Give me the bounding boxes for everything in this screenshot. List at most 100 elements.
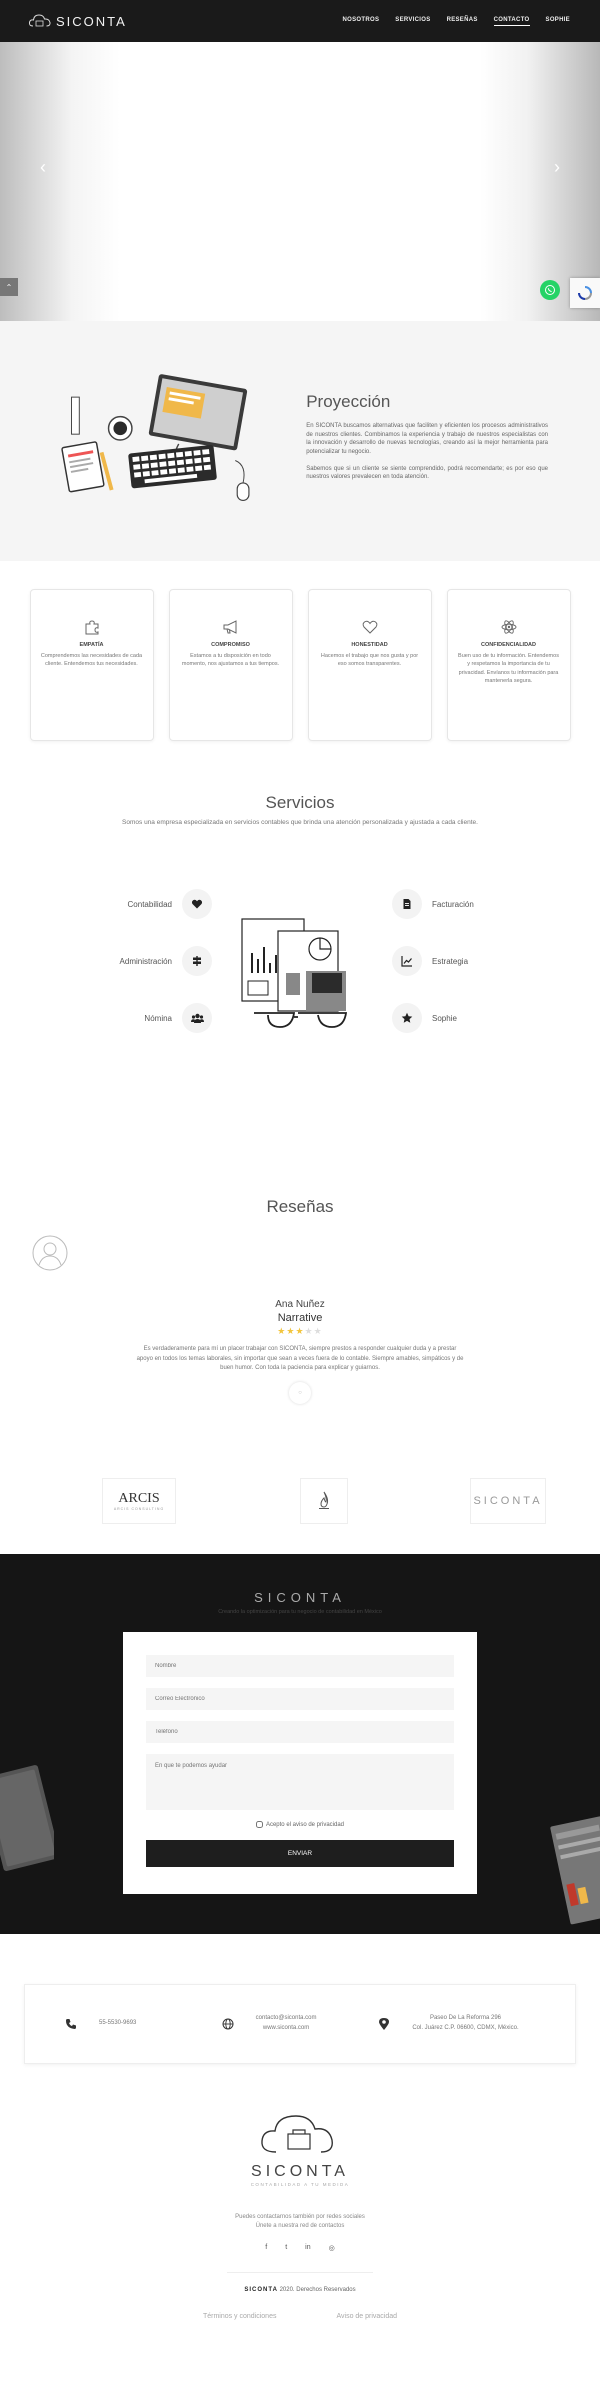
resenas-title: Reseñas bbox=[266, 1197, 334, 1216]
arcis-logo-text: ARCIS bbox=[118, 1491, 160, 1506]
instagram-icon[interactable]: ◎ bbox=[329, 2244, 335, 2252]
contact-tagline: Creando la optimización para tu negocio … bbox=[218, 1609, 382, 1615]
chart-line-icon bbox=[401, 956, 412, 967]
arcis-logo-subtext: ARCIS CONSULTING bbox=[113, 1507, 165, 1511]
terms-link[interactable]: Términos y condiciones bbox=[203, 2313, 277, 2320]
service-administracion[interactable]: Administración bbox=[120, 946, 212, 976]
service-label: Estrategia bbox=[432, 956, 469, 966]
servicios-subtitle: Somos una empresa especializada en servi… bbox=[122, 819, 478, 826]
linkedin-icon[interactable]: in bbox=[305, 2244, 310, 2252]
address-line-2: Col. Juárez C.P. 06600, CDMX, México. bbox=[412, 2025, 519, 2031]
workspace-illustration bbox=[61, 374, 250, 502]
value-title: COMPROMISO bbox=[211, 642, 250, 648]
review-author: Ana Nuñez bbox=[275, 1299, 325, 1310]
send-button[interactable]: ENVIAR bbox=[146, 1840, 454, 1867]
address-info[interactable]: Paseo De La Reforma 296 Col. Juárez C.P.… bbox=[378, 2014, 535, 2033]
rating-star-icon: ★ bbox=[295, 1326, 305, 1336]
service-nomina[interactable]: Nómina bbox=[144, 1003, 212, 1033]
privacy-checkbox-label[interactable]: Acepto el aviso de privacidad bbox=[146, 1821, 454, 1828]
value-text: Estamos a tu disposición en todo momento… bbox=[181, 653, 280, 668]
arcis-logo[interactable]: ARCIS ARCIS CONSULTING bbox=[102, 1478, 176, 1524]
menu-resenas[interactable]: RESEÑAS bbox=[447, 17, 478, 26]
service-contabilidad[interactable]: Contabilidad bbox=[128, 889, 212, 919]
menu-sophie[interactable]: SOPHIE bbox=[546, 17, 570, 26]
service-label: Administración bbox=[119, 956, 172, 966]
hero-slider: ‹ › ⌃ bbox=[0, 42, 600, 321]
documents-illustration bbox=[241, 918, 348, 1028]
footer: SICONTA CONTABILIDAD A TU MEDIDA Puedes … bbox=[0, 2086, 600, 2394]
value-card-compromiso: COMPROMISO Estamos a tu disposición en t… bbox=[168, 589, 293, 741]
menu-nosotros[interactable]: NOSOTROS bbox=[343, 17, 380, 26]
website-url[interactable]: www.siconta.com bbox=[263, 2025, 309, 2031]
footer-cloud-logo bbox=[261, 2115, 333, 2153]
siconta-logo-text: SICONTA bbox=[473, 1495, 543, 1507]
resenas-section: Reseñas Ana Nuñez Narrative ★★★★★ Es ver… bbox=[0, 1163, 600, 1463]
cloud-logo-icon bbox=[28, 14, 51, 27]
slider-next-button[interactable]: › bbox=[554, 157, 560, 178]
siconta-partner-logo[interactable]: SICONTA bbox=[470, 1478, 546, 1524]
phone-field[interactable] bbox=[146, 1721, 454, 1743]
review-rating: ★★★★★ bbox=[0, 1326, 600, 1337]
atom-icon bbox=[501, 620, 516, 634]
email-address[interactable]: contacto@siconta.com bbox=[256, 2015, 317, 2021]
partner-logos: ARCIS ARCIS CONSULTING SICONTA bbox=[0, 1463, 600, 1554]
phone-info[interactable]: 55-5530-9693 bbox=[65, 2018, 222, 2030]
privacy-link[interactable]: Aviso de privacidad bbox=[336, 2313, 397, 2320]
recaptcha-icon bbox=[578, 286, 592, 300]
phone-icon bbox=[66, 2019, 76, 2029]
email-info[interactable]: contacto@siconta.com www.siconta.com bbox=[222, 2014, 379, 2033]
signpost-icon bbox=[193, 956, 201, 966]
review-text: Es verdaderamente para mí un placer trab… bbox=[136, 1346, 464, 1372]
flame-logo-icon bbox=[319, 1491, 329, 1509]
footer-brand: SICONTA bbox=[251, 2163, 349, 2180]
review-pagination-dot[interactable]: ○ bbox=[289, 1382, 311, 1404]
email-web-text: contacto@siconta.com www.siconta.com bbox=[256, 2014, 317, 2033]
service-sophie[interactable]: Sophie bbox=[392, 1003, 457, 1033]
privacy-checkbox[interactable] bbox=[255, 1821, 263, 1828]
proyeccion-paragraph-2: Sabemos que si un cliente se siente comp… bbox=[306, 465, 548, 481]
top-navbar: SICONTA NOSOTROS SERVICIOS RESEÑAS CONTA… bbox=[0, 0, 600, 42]
service-label: Facturación bbox=[432, 899, 474, 909]
star-icon bbox=[401, 1012, 413, 1023]
social-links: f t in ◎ bbox=[0, 2244, 600, 2252]
value-title: HONESTIDAD bbox=[351, 642, 388, 648]
footer-message: Puedes contactarnos también por redes so… bbox=[0, 2213, 600, 2232]
service-label: Sophie bbox=[432, 1013, 457, 1023]
back-to-top-button[interactable]: ⌃ bbox=[0, 278, 18, 296]
servicios-section: Servicios Somos una empresa especializad… bbox=[0, 773, 600, 1163]
location-pin-icon bbox=[379, 2018, 390, 2030]
menu-contacto[interactable]: CONTACTO bbox=[493, 17, 530, 26]
document-icon bbox=[403, 899, 411, 909]
whatsapp-icon bbox=[545, 285, 555, 295]
contact-form: Acepto el aviso de privacidad ENVIAR bbox=[123, 1632, 477, 1894]
proyeccion-paragraph-1: En SICONTA buscamos alternativas que fac… bbox=[306, 422, 548, 455]
slider-prev-button[interactable]: ‹ bbox=[40, 157, 46, 178]
email-field[interactable] bbox=[146, 1688, 454, 1710]
rating-star-icon: ★ bbox=[313, 1326, 323, 1336]
review-company: Narrative bbox=[277, 1312, 323, 1324]
values-section: EMPATÍA Comprendemos las necesidades de … bbox=[0, 561, 600, 773]
name-field[interactable] bbox=[146, 1655, 454, 1677]
contact-title: SICONTA bbox=[254, 1590, 346, 1605]
address-text: Paseo De La Reforma 296 Col. Juárez C.P.… bbox=[412, 2014, 518, 2033]
contact-info-wrapper: 55-5530-9693 contacto@siconta.com www.si… bbox=[0, 1934, 600, 2086]
recaptcha-badge[interactable] bbox=[570, 278, 600, 308]
menu-servicios[interactable]: SERVICIOS bbox=[395, 17, 430, 26]
footer-links: Términos y condiciones Aviso de privacid… bbox=[0, 2313, 600, 2320]
heart-icon bbox=[362, 620, 377, 634]
rating-star-icon: ★ bbox=[277, 1326, 287, 1336]
footer-message-1: Puedes contactarnos también por redes so… bbox=[235, 2214, 365, 2220]
notebook-left-decoration bbox=[0, 1765, 54, 1871]
footer-slogan: CONTABILIDAD A TU MEDIDA bbox=[250, 2182, 350, 2187]
puzzle-icon bbox=[85, 620, 98, 635]
users-icon bbox=[190, 1013, 204, 1023]
facebook-icon[interactable]: f bbox=[265, 2244, 267, 2252]
whatsapp-button[interactable] bbox=[540, 280, 560, 300]
twitter-icon[interactable]: t bbox=[285, 2244, 287, 2252]
flame-partner-logo[interactable] bbox=[300, 1478, 348, 1524]
service-estrategia[interactable]: Estrategia bbox=[392, 946, 468, 976]
globe-icon bbox=[222, 2018, 234, 2030]
message-field[interactable] bbox=[146, 1754, 454, 1810]
brand-logo[interactable]: SICONTA bbox=[28, 13, 127, 29]
service-facturacion[interactable]: Facturación bbox=[392, 889, 474, 919]
